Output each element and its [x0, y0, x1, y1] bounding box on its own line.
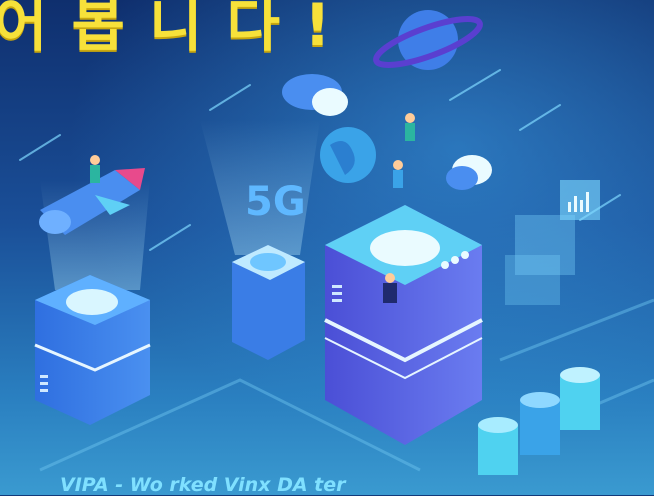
planet-icon — [373, 10, 483, 70]
server-main — [324, 205, 483, 445]
database-icon — [478, 367, 600, 475]
illustration: 5G — [19, 10, 654, 475]
globe-icon — [320, 127, 376, 183]
caption-text: VIPA - Wo rked Vinx DA ter — [60, 474, 346, 496]
badge-5g: 5G — [245, 179, 306, 225]
server-left — [34, 275, 151, 425]
chart-icon — [505, 180, 600, 305]
person-figure — [393, 113, 415, 188]
